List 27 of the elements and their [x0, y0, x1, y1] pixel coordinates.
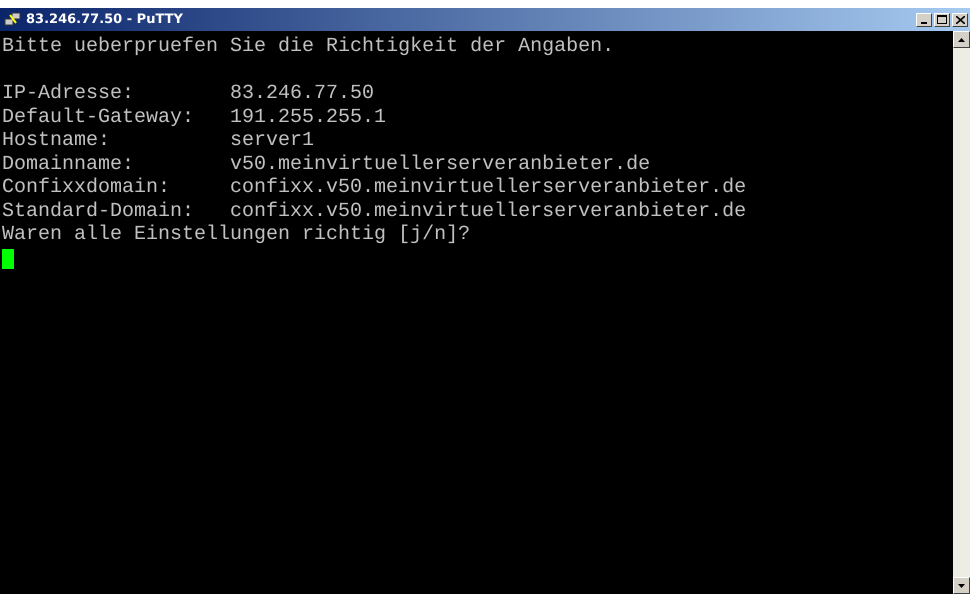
- minimize-icon: [921, 22, 927, 24]
- setting-label: Standard-Domain:: [2, 200, 196, 223]
- setting-value: confixx.v50.meinvirtuellerserveranbieter.de: [230, 176, 748, 200]
- scroll-down-button[interactable]: [953, 577, 970, 594]
- text-cursor: [2, 248, 14, 268]
- terminal-line: Bitte ueberpruefen Sie die Richtigkeit der Angaben.: [2, 35, 616, 58]
- window-title: 83.246.77.50 - PuTTY: [26, 12, 183, 27]
- setting-value: confixx.v50.meinvirtuellerserveranbieter.de: [230, 200, 748, 223]
- down-arrow-icon: [958, 584, 965, 588]
- maximize-icon: [937, 15, 947, 24]
- setting-label: Confixxdomain:: [2, 176, 172, 200]
- setting-label: Default-Gateway:: [2, 106, 196, 129]
- up-arrow-icon: [958, 38, 965, 42]
- computers-icon: [4, 10, 22, 28]
- close-icon: [956, 16, 964, 24]
- maximize-button[interactable]: [934, 12, 950, 26]
- setting-value: v50.meinvirtuellerserveranbieter.de: [230, 152, 652, 176]
- terminal-prompt: Waren alle Einstellungen richtig [j/n]?: [2, 223, 472, 246]
- minimize-button[interactable]: [916, 12, 932, 26]
- setting-value: 83.246.77.50: [230, 82, 376, 106]
- setting-value: 191.255.255.1: [230, 106, 388, 129]
- setting-label: Domainname:: [2, 152, 136, 176]
- scroll-up-button[interactable]: [953, 31, 970, 48]
- close-button[interactable]: [952, 12, 968, 26]
- setting-value: server1: [230, 129, 316, 152]
- setting-label: IP-Adresse:: [2, 82, 136, 106]
- setting-label: Hostname:: [2, 129, 112, 152]
